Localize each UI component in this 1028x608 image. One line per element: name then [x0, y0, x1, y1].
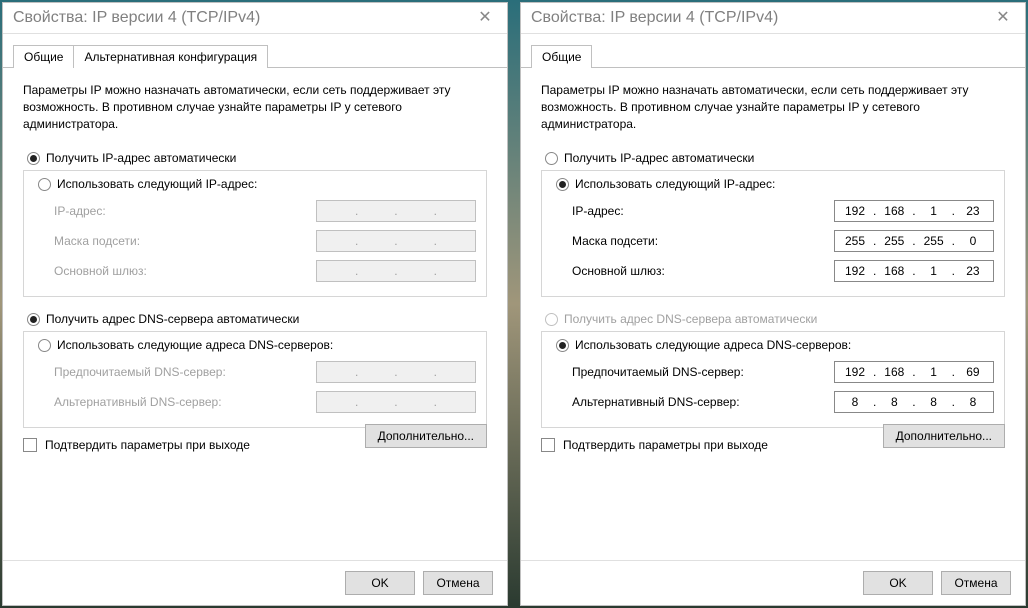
- radio-icon: [38, 178, 51, 191]
- content: Параметры IP можно назначать автоматичес…: [3, 68, 507, 560]
- radio-manual-dns[interactable]: Использовать следующие адреса DNS-сервер…: [542, 331, 1004, 357]
- content: Параметры IP можно назначать автоматичес…: [521, 68, 1025, 560]
- alternate-dns-row: Альтернативный DNS-сервер: . . .: [34, 387, 476, 417]
- ip-group: Использовать следующий IP-адрес: IP-адре…: [541, 170, 1005, 297]
- confirm-checkbox[interactable]: [541, 438, 555, 452]
- ip-address-input: . . .: [316, 200, 476, 222]
- gateway-label: Основной шлюз:: [572, 264, 826, 278]
- dns-group: Использовать следующие адреса DNS-сервер…: [541, 331, 1005, 428]
- window-title: Свойства: IP версии 4 (TCP/IPv4): [13, 9, 471, 27]
- radio-label: Использовать следующие адреса DNS-сервер…: [575, 338, 851, 352]
- intro-text: Параметры IP можно назначать автоматичес…: [23, 82, 487, 132]
- tab-general[interactable]: Общие: [531, 45, 592, 68]
- cancel-button[interactable]: Отмена: [941, 571, 1011, 595]
- gateway-row: Основной шлюз: 192. 168. 1. 23: [552, 256, 994, 286]
- window-title: Свойства: IP версии 4 (TCP/IPv4): [531, 9, 989, 27]
- ip-address-row: IP-адрес: . . .: [34, 196, 476, 226]
- ok-button[interactable]: OK: [863, 571, 933, 595]
- alternate-dns-label: Альтернативный DNS-сервер:: [572, 395, 826, 409]
- radio-manual-ip[interactable]: Использовать следующий IP-адрес:: [542, 170, 1004, 196]
- confirm-checkbox[interactable]: [23, 438, 37, 452]
- radio-icon: [38, 339, 51, 352]
- preferred-dns-input[interactable]: 192. 168. 1. 69: [834, 361, 994, 383]
- confirm-label: Подтвердить параметры при выходе: [563, 438, 768, 452]
- close-icon[interactable]: ✕: [471, 10, 499, 26]
- radio-icon: [556, 178, 569, 191]
- titlebar: Свойства: IP версии 4 (TCP/IPv4) ✕: [3, 3, 507, 34]
- ip-address-label: IP-адрес:: [54, 204, 308, 218]
- radio-auto-dns[interactable]: Получить адрес DNS-сервера автоматически: [27, 307, 487, 331]
- intro-text: Параметры IP можно назначать автоматичес…: [541, 82, 1005, 132]
- ip-address-label: IP-адрес:: [572, 204, 826, 218]
- alternate-dns-input[interactable]: 8. 8. 8. 8: [834, 391, 994, 413]
- tab-general[interactable]: Общие: [13, 45, 74, 68]
- radio-label: Получить IP-адрес автоматически: [564, 151, 754, 165]
- radio-auto-ip[interactable]: Получить IP-адрес автоматически: [545, 146, 1005, 170]
- radio-icon: [27, 313, 40, 326]
- radio-label: Получить IP-адрес автоматически: [46, 151, 236, 165]
- radio-auto-dns: Получить адрес DNS-сервера автоматически: [545, 307, 1005, 331]
- close-icon[interactable]: ✕: [989, 10, 1017, 26]
- gateway-input[interactable]: 192. 168. 1. 23: [834, 260, 994, 282]
- radio-label: Получить адрес DNS-сервера автоматически: [46, 312, 299, 326]
- alternate-dns-input: . . .: [316, 391, 476, 413]
- radio-icon: [545, 152, 558, 165]
- radio-label: Использовать следующий IP-адрес:: [575, 177, 775, 191]
- footer: OK Отмена: [521, 560, 1025, 605]
- radio-label: Использовать следующие адреса DNS-сервер…: [57, 338, 333, 352]
- subnet-mask-input: . . .: [316, 230, 476, 252]
- cancel-button[interactable]: Отмена: [423, 571, 493, 595]
- dialog-left: Свойства: IP версии 4 (TCP/IPv4) ✕ Общие…: [2, 2, 508, 606]
- radio-icon: [556, 339, 569, 352]
- dialog-right: Свойства: IP версии 4 (TCP/IPv4) ✕ Общие…: [520, 2, 1026, 606]
- radio-label: Использовать следующий IP-адрес:: [57, 177, 257, 191]
- subnet-mask-label: Маска подсети:: [54, 234, 308, 248]
- alternate-dns-row: Альтернативный DNS-сервер: 8. 8. 8. 8: [552, 387, 994, 417]
- radio-label: Получить адрес DNS-сервера автоматически: [564, 312, 817, 326]
- subnet-mask-row: Маска подсети: . . .: [34, 226, 476, 256]
- radio-manual-dns[interactable]: Использовать следующие адреса DNS-сервер…: [24, 331, 486, 357]
- radio-icon: [27, 152, 40, 165]
- subnet-mask-input[interactable]: 255. 255. 255. 0: [834, 230, 994, 252]
- gateway-row: Основной шлюз: . . .: [34, 256, 476, 286]
- tabs: Общие Альтернативная конфигурация: [3, 34, 507, 68]
- dns-group: Использовать следующие адреса DNS-сервер…: [23, 331, 487, 428]
- preferred-dns-label: Предпочитаемый DNS-сервер:: [54, 365, 308, 379]
- tab-alternate-config[interactable]: Альтернативная конфигурация: [73, 45, 268, 68]
- radio-manual-ip[interactable]: Использовать следующий IP-адрес:: [24, 170, 486, 196]
- footer: OK Отмена: [3, 560, 507, 605]
- alternate-dns-label: Альтернативный DNS-сервер:: [54, 395, 308, 409]
- titlebar: Свойства: IP версии 4 (TCP/IPv4) ✕: [521, 3, 1025, 34]
- radio-icon: [545, 313, 558, 326]
- advanced-button[interactable]: Дополнительно...: [883, 424, 1005, 448]
- gateway-input: . . .: [316, 260, 476, 282]
- tabs: Общие: [521, 34, 1025, 68]
- ip-address-input[interactable]: 192. 168. 1. 23: [834, 200, 994, 222]
- advanced-button[interactable]: Дополнительно...: [365, 424, 487, 448]
- preferred-dns-row: Предпочитаемый DNS-сервер: 192. 168. 1. …: [552, 357, 994, 387]
- preferred-dns-input: . . .: [316, 361, 476, 383]
- ok-button[interactable]: OK: [345, 571, 415, 595]
- subnet-mask-label: Маска подсети:: [572, 234, 826, 248]
- confirm-label: Подтвердить параметры при выходе: [45, 438, 250, 452]
- ip-group: Использовать следующий IP-адрес: IP-адре…: [23, 170, 487, 297]
- gateway-label: Основной шлюз:: [54, 264, 308, 278]
- preferred-dns-row: Предпочитаемый DNS-сервер: . . .: [34, 357, 476, 387]
- preferred-dns-label: Предпочитаемый DNS-сервер:: [572, 365, 826, 379]
- ip-address-row: IP-адрес: 192. 168. 1. 23: [552, 196, 994, 226]
- radio-auto-ip[interactable]: Получить IP-адрес автоматически: [27, 146, 487, 170]
- subnet-mask-row: Маска подсети: 255. 255. 255. 0: [552, 226, 994, 256]
